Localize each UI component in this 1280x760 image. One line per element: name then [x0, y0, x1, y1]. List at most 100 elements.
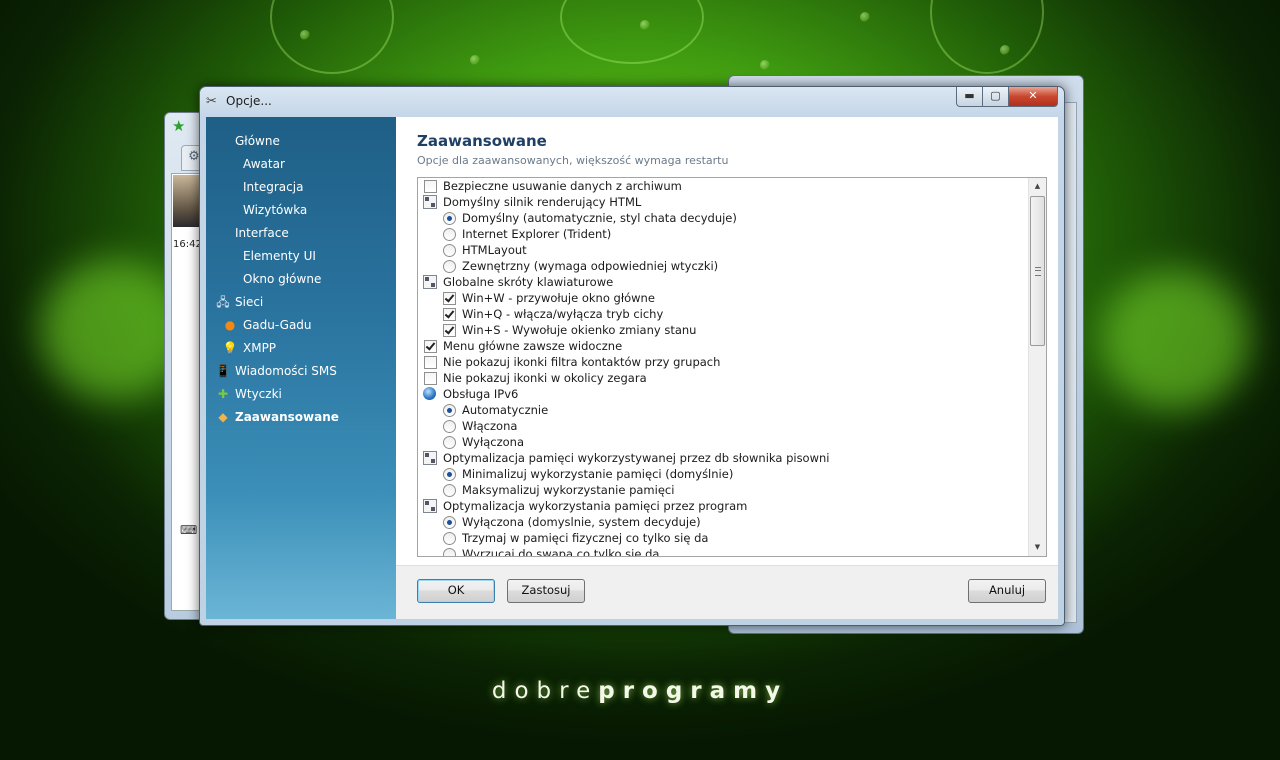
checkbox[interactable] — [424, 340, 437, 353]
option-row[interactable]: Menu główne zawsze widoczne — [418, 338, 1028, 354]
close-button[interactable]: ✕ — [1008, 87, 1058, 107]
sidebar-nav: Główne Awatar Integracja Wizytówka Interface… — [206, 130, 396, 429]
title-bar[interactable]: ✂ Opcje... ▬ ▢ ✕ — [200, 87, 1064, 115]
option-row[interactable]: Automatycznie — [418, 402, 1028, 418]
globe-icon — [423, 387, 436, 400]
scroll-down-arrow[interactable]: ▼ — [1029, 539, 1046, 556]
background-swirl — [270, 0, 394, 74]
sidebar-item-interface[interactable]: Interface — [206, 222, 396, 245]
option-row[interactable]: HTMLayout — [418, 242, 1028, 258]
sidebar-item-okno-główne[interactable]: Okno główne — [206, 268, 396, 291]
option-row[interactable]: Bezpieczne usuwanie danych z archiwum — [418, 178, 1028, 194]
option-row[interactable]: Win+W - przywołuje okno główne — [418, 290, 1028, 306]
sidebar-item-awatar[interactable]: Awatar — [206, 153, 396, 176]
sidebar-item-label: Gadu-Gadu — [243, 318, 312, 332]
keyboard-icon[interactable]: ⌨ — [180, 523, 197, 537]
radio-button[interactable] — [443, 260, 456, 273]
checkbox[interactable] — [443, 292, 456, 305]
radio-button[interactable] — [443, 548, 456, 556]
option-row[interactable]: Minimalizuj wykorzystanie pamięci (domyś… — [418, 466, 1028, 482]
network-icon: 🖧 — [216, 295, 230, 309]
radio-button[interactable] — [443, 244, 456, 257]
option-row: Domyślny silnik renderujący HTML — [418, 194, 1028, 210]
option-label: Wyłączona — [462, 435, 525, 449]
checkbox[interactable] — [443, 308, 456, 321]
window-title: Opcje... — [226, 94, 272, 108]
cancel-button[interactable]: Anuluj — [968, 579, 1046, 603]
option-row[interactable]: Wyłączona — [418, 434, 1028, 450]
button-bar: OK Zastosuj Anuluj — [396, 565, 1058, 619]
background-drop — [470, 55, 480, 65]
background-swirl — [560, 0, 704, 64]
background-drop — [760, 60, 770, 70]
sidebar-item-zaawansowane[interactable]: ◆ Zaawansowane — [206, 406, 396, 429]
checkbox[interactable] — [424, 356, 437, 369]
sidebar-item-wizytówka[interactable]: Wizytówka — [206, 199, 396, 222]
sidebar-item-wiadomości-sms[interactable]: 📱 Wiadomości SMS — [206, 360, 396, 383]
radio-button[interactable] — [443, 420, 456, 433]
radio-button[interactable] — [443, 228, 456, 241]
checkbox[interactable] — [424, 180, 437, 193]
checkbox[interactable] — [443, 324, 456, 337]
option-row: Optymalizacja wykorzystania pamięci prze… — [418, 498, 1028, 514]
option-label: Internet Explorer (Trident) — [462, 227, 612, 241]
radio-button[interactable] — [443, 404, 456, 417]
option-label: Bezpieczne usuwanie danych z archiwum — [443, 179, 682, 193]
xmpp-icon: 💡 — [222, 341, 238, 355]
radio-button[interactable] — [443, 468, 456, 481]
scroll-up-arrow[interactable]: ▲ — [1029, 178, 1046, 195]
sidebar-item-elementy-ui[interactable]: Elementy UI — [206, 245, 396, 268]
ok-button[interactable]: OK — [417, 579, 495, 603]
content-panel: Zaawansowane Opcje dla zaawansowanych, w… — [396, 117, 1058, 565]
grip-icon — [1035, 267, 1041, 276]
option-label: Obsługa IPv6 — [443, 387, 519, 401]
option-label: Zewnętrzny (wymaga odpowiedniej wtyczki) — [462, 259, 719, 273]
option-label: Maksymalizuj wykorzystanie pamięci — [462, 483, 675, 497]
background-drop — [860, 12, 870, 22]
apply-button[interactable]: Zastosuj — [507, 579, 585, 603]
option-row[interactable]: Wyrzucaj do swapa co tylko się da — [418, 546, 1028, 556]
option-row: Optymalizacja pamięci wykorzystywanej pr… — [418, 450, 1028, 466]
option-row[interactable]: Maksymalizuj wykorzystanie pamięci — [418, 482, 1028, 498]
option-row[interactable]: Domyślny (automatycznie, styl chata decy… — [418, 210, 1028, 226]
background-drop — [1000, 45, 1010, 55]
option-row[interactable]: Włączona — [418, 418, 1028, 434]
option-label: Wyłączona (domyslnie, system decyduje) — [462, 515, 701, 529]
radio-button[interactable] — [443, 532, 456, 545]
option-label: Nie pokazuj ikonki w okolicy zegara — [443, 371, 647, 385]
sidebar-item-xmpp[interactable]: 💡 XMPP — [206, 337, 396, 360]
checkbox[interactable] — [424, 372, 437, 385]
option-group-icon — [423, 451, 437, 465]
option-row[interactable]: Win+Q - włącza/wyłącza tryb cichy — [418, 306, 1028, 322]
sidebar-item-label: Integracja — [243, 180, 304, 194]
radio-button[interactable] — [443, 436, 456, 449]
sidebar-item-gadu-gadu[interactable]: ● Gadu-Gadu — [206, 314, 396, 337]
maximize-button[interactable]: ▢ — [982, 87, 1009, 107]
sidebar-item-label: XMPP — [243, 341, 277, 355]
sidebar-item-label: Elementy UI — [243, 249, 316, 263]
minimize-button[interactable]: ▬ — [956, 87, 983, 107]
sidebar-item-wtyczki[interactable]: ✚ Wtyczki — [206, 383, 396, 406]
option-label: Globalne skróty klawiaturowe — [443, 275, 614, 289]
sidebar-item-główne[interactable]: Główne — [206, 130, 396, 153]
radio-button[interactable] — [443, 212, 456, 225]
brand-part1: dobre — [491, 678, 599, 704]
option-row[interactable]: Nie pokazuj ikonki filtra kontaktów przy… — [418, 354, 1028, 370]
background-drop — [300, 30, 310, 40]
sidebar-item-sieci[interactable]: 🖧 Sieci — [206, 291, 396, 314]
option-row[interactable]: Trzymaj w pamięci fizycznej co tylko się… — [418, 530, 1028, 546]
sidebar-item-integracja[interactable]: Integracja — [206, 176, 396, 199]
option-row[interactable]: Win+S - Wywołuje okienko zmiany stanu — [418, 322, 1028, 338]
option-row: Obsługa IPv6 — [418, 386, 1028, 402]
option-row[interactable]: Nie pokazuj ikonki w okolicy zegara — [418, 370, 1028, 386]
option-row[interactable]: Wyłączona (domyslnie, system decyduje) — [418, 514, 1028, 530]
radio-button[interactable] — [443, 516, 456, 529]
option-row[interactable]: Internet Explorer (Trident) — [418, 226, 1028, 242]
scroll-thumb[interactable] — [1030, 196, 1045, 346]
brand-part2: programy — [598, 678, 789, 704]
vertical-scrollbar[interactable]: ▲ ▼ — [1028, 178, 1046, 556]
options-list[interactable]: Bezpieczne usuwanie danych z archiwum Dom… — [417, 177, 1047, 557]
background-swirl — [930, 0, 1044, 74]
radio-button[interactable] — [443, 484, 456, 497]
option-row[interactable]: Zewnętrzny (wymaga odpowiedniej wtyczki) — [418, 258, 1028, 274]
